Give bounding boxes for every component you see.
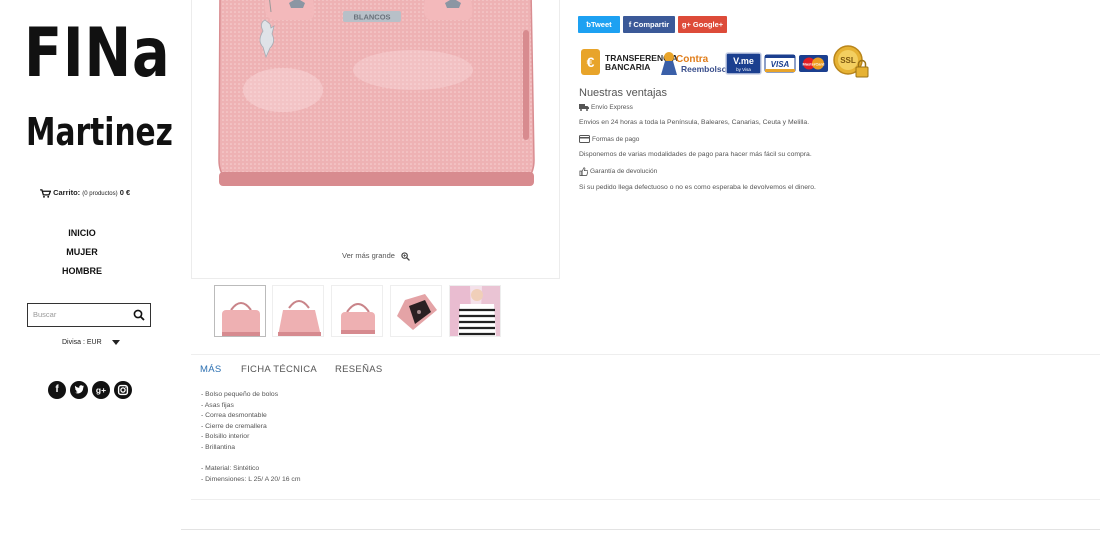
advantages-section: Nuestras ventajas Envío Express Envios e… <box>579 87 1079 191</box>
credit-card-icon <box>579 135 590 143</box>
google-plus-label: Google+ <box>692 20 724 29</box>
advantage-title-returns: Garantía de devolución <box>579 167 1079 176</box>
description-line <box>201 454 301 465</box>
vme-label-2: by Visa <box>736 67 751 72</box>
facebook-share-label: Compartir <box>633 20 670 29</box>
product-image-panel[interactable]: BLANCOS Ver más grande <box>191 0 560 279</box>
brand-logo[interactable]: FINa Martinez <box>24 20 173 153</box>
currency-label: Divisa : EUR <box>62 339 102 346</box>
google-plus-share-button[interactable]: g+ Google+ <box>678 16 727 33</box>
zoom-icon <box>401 251 410 261</box>
advantage-text-shipping: Envios en 24 horas a toda la Península, … <box>579 119 810 126</box>
google-plus-icon[interactable]: g+ <box>92 381 110 399</box>
twitter-icon[interactable] <box>70 381 88 399</box>
thumbnail-3[interactable] <box>331 285 383 337</box>
product-tabs: MÁS FICHA TÉCNICA RESEÑAS - Bolso pequeñ… <box>191 354 1100 500</box>
advantage-text-payment: Disponemos de varias modalidades de pago… <box>579 151 812 158</box>
advantage-title-payment: Formas de pago <box>579 135 1079 143</box>
thumbnail-1[interactable] <box>214 285 266 337</box>
advantage-text-returns: Si su pedido llega defectuoso o no es co… <box>579 184 816 191</box>
thumbnail-5[interactable] <box>449 285 501 337</box>
brand-logo-line1: FINa <box>24 14 171 93</box>
description-line: - Material: Sintético <box>201 465 260 473</box>
cart-summary[interactable]: Carrito: (0 productos) 0 € <box>40 188 130 198</box>
transfer-label-2: BANCARIA <box>605 62 650 72</box>
cod-label-2: Reembolso <box>681 64 727 74</box>
brand-logo-line2: Martinez <box>26 110 173 154</box>
svg-text:€: € <box>587 54 595 70</box>
visa-label: VISA <box>771 60 790 69</box>
description-line: - Dimensiones: L 25/ A 20/ 16 cm <box>201 475 301 483</box>
bag-brand-plate: BLANCOS <box>353 13 390 22</box>
payment-methods: € TRANSFERENCIA BANCARIA Contra Reembols… <box>579 45 874 80</box>
google-plus-icon: g+ <box>681 20 693 29</box>
product-description: - Bolso pequeño de bolos - Asas fijas - … <box>201 390 301 485</box>
description-line: - Cierre de cremallera <box>201 422 267 430</box>
description-line: - Bolsillo interior <box>201 433 250 441</box>
tweet-label: Tweet <box>590 20 612 29</box>
advantages-title: Nuestras ventajas <box>579 87 668 99</box>
facebook-share-button[interactable]: f Compartir <box>623 16 675 33</box>
tab-reviews[interactable]: RESEÑAS <box>335 364 383 375</box>
facebook-icon[interactable]: f <box>48 381 66 399</box>
cart-icon <box>40 188 51 198</box>
description-line: - Correa desmontable <box>201 412 267 420</box>
view-larger-link[interactable]: Ver más grande <box>342 251 410 261</box>
nav-item-hombre[interactable]: HOMBRE <box>40 266 124 276</box>
vme-label-1: V.me <box>733 56 754 66</box>
description-line: - Asas fijas <box>201 401 234 409</box>
advantage-title-shipping: Envío Express <box>579 103 1079 111</box>
thumbnail-2[interactable] <box>272 285 324 337</box>
ssl-label: SSL <box>840 56 856 65</box>
search-icon[interactable] <box>133 309 145 321</box>
view-larger-label: Ver más grande <box>342 251 395 260</box>
currency-selector[interactable]: Divisa : EUR <box>62 339 120 346</box>
search-input[interactable] <box>33 310 128 319</box>
tab-more[interactable]: MÁS <box>200 364 222 375</box>
description-line: - Brillantina <box>201 443 235 451</box>
product-bag-image[interactable]: BLANCOS <box>213 0 538 195</box>
footer-divider <box>181 529 1100 530</box>
tab-technical-sheet[interactable]: FICHA TÉCNICA <box>241 364 317 375</box>
tweet-button[interactable]: ᵬTweet <box>578 16 620 33</box>
cart-count: (0 productos) <box>82 191 118 197</box>
chevron-down-icon <box>111 339 120 345</box>
cart-total: 0 € <box>119 188 131 197</box>
instagram-icon[interactable] <box>114 381 132 399</box>
description-line: - Bolso pequeño de bolos <box>201 391 279 398</box>
truck-icon <box>579 104 589 111</box>
thumbnail-4[interactable] <box>390 285 442 337</box>
thumbs-up-icon <box>579 167 588 176</box>
nav-item-mujer[interactable]: MUJER <box>40 247 124 257</box>
nav-item-inicio[interactable]: INICIO <box>40 228 124 238</box>
search-box <box>27 303 151 327</box>
mastercard-label: MasterCard <box>802 62 825 67</box>
cart-label: Carrito: <box>53 188 81 197</box>
